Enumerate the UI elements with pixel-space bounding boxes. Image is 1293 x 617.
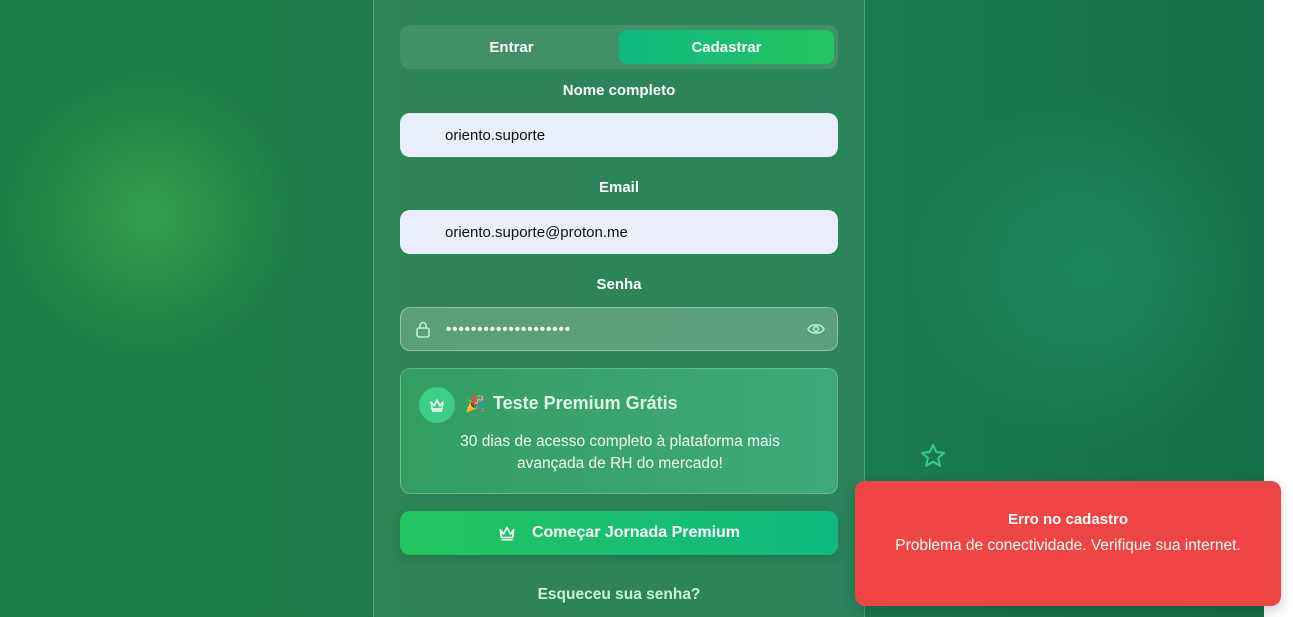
name-label: Nome completo (562, 82, 676, 99)
tab-login[interactable]: Entrar (404, 30, 619, 64)
email-value: oriento.suporte@proton.me (445, 223, 628, 241)
password-value: •••••••••••••••••••• (446, 320, 572, 338)
name-value: oriento.suporte (445, 126, 546, 144)
premium-title: 🎉 Teste Premium Grátis (465, 393, 678, 414)
toast-message: Problema de conectividade. Verifique sua… (895, 537, 1241, 554)
start-premium-label: Começar Jornada Premium (531, 524, 741, 541)
crown-badge (419, 387, 455, 423)
password-field[interactable]: •••••••••••••••••••• (400, 307, 838, 351)
tab-signup[interactable]: Cadastrar (619, 30, 834, 64)
premium-trial-box: 🎉 Teste Premium Grátis 30 dias de acesso… (400, 368, 838, 494)
premium-title-text: Teste Premium Grátis (492, 393, 678, 413)
password-label: Senha (596, 276, 642, 293)
error-toast: Erro no cadastro Problema de conectivida… (855, 481, 1281, 606)
premium-description: 30 dias de acesso completo à plataforma … (460, 433, 780, 472)
party-popper-icon: 🎉 (465, 395, 485, 413)
lock-icon (416, 321, 430, 338)
name-field[interactable]: oriento.suporte (400, 113, 838, 157)
auth-tabs: Entrar Cadastrar (400, 25, 838, 69)
email-field[interactable]: oriento.suporte@proton.me (400, 210, 838, 254)
email-label: Email (598, 179, 640, 196)
forgot-password-link[interactable]: Esqueceu sua senha? (400, 586, 838, 604)
crown-icon (430, 399, 444, 412)
toast-title: Erro no cadastro (1007, 511, 1129, 528)
eye-icon[interactable] (807, 321, 825, 337)
start-premium-button[interactable]: Começar Jornada Premium (400, 511, 838, 555)
crown-icon (499, 526, 515, 541)
star-icon (920, 443, 946, 467)
